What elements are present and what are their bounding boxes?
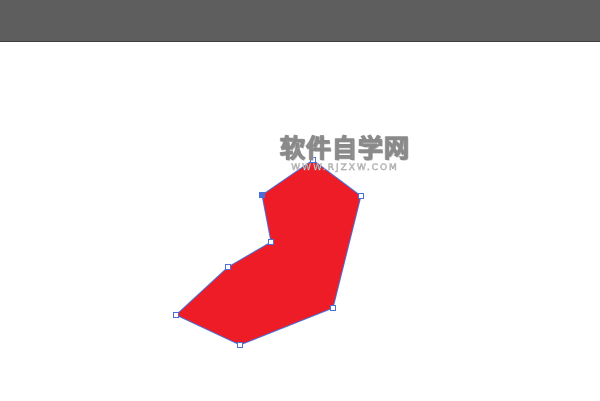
anchor-point[interactable] xyxy=(358,193,364,199)
anchor-point[interactable] xyxy=(310,157,316,163)
anchor-point[interactable] xyxy=(330,305,336,311)
anchor-point[interactable] xyxy=(173,312,179,318)
anchor-point[interactable] xyxy=(268,239,274,245)
anchor-point[interactable] xyxy=(237,342,243,348)
anchor-point-selected[interactable] xyxy=(259,192,265,198)
anchor-point[interactable] xyxy=(225,264,231,270)
drawing-layer xyxy=(173,157,364,348)
red-polygon-shape[interactable] xyxy=(175,159,362,346)
